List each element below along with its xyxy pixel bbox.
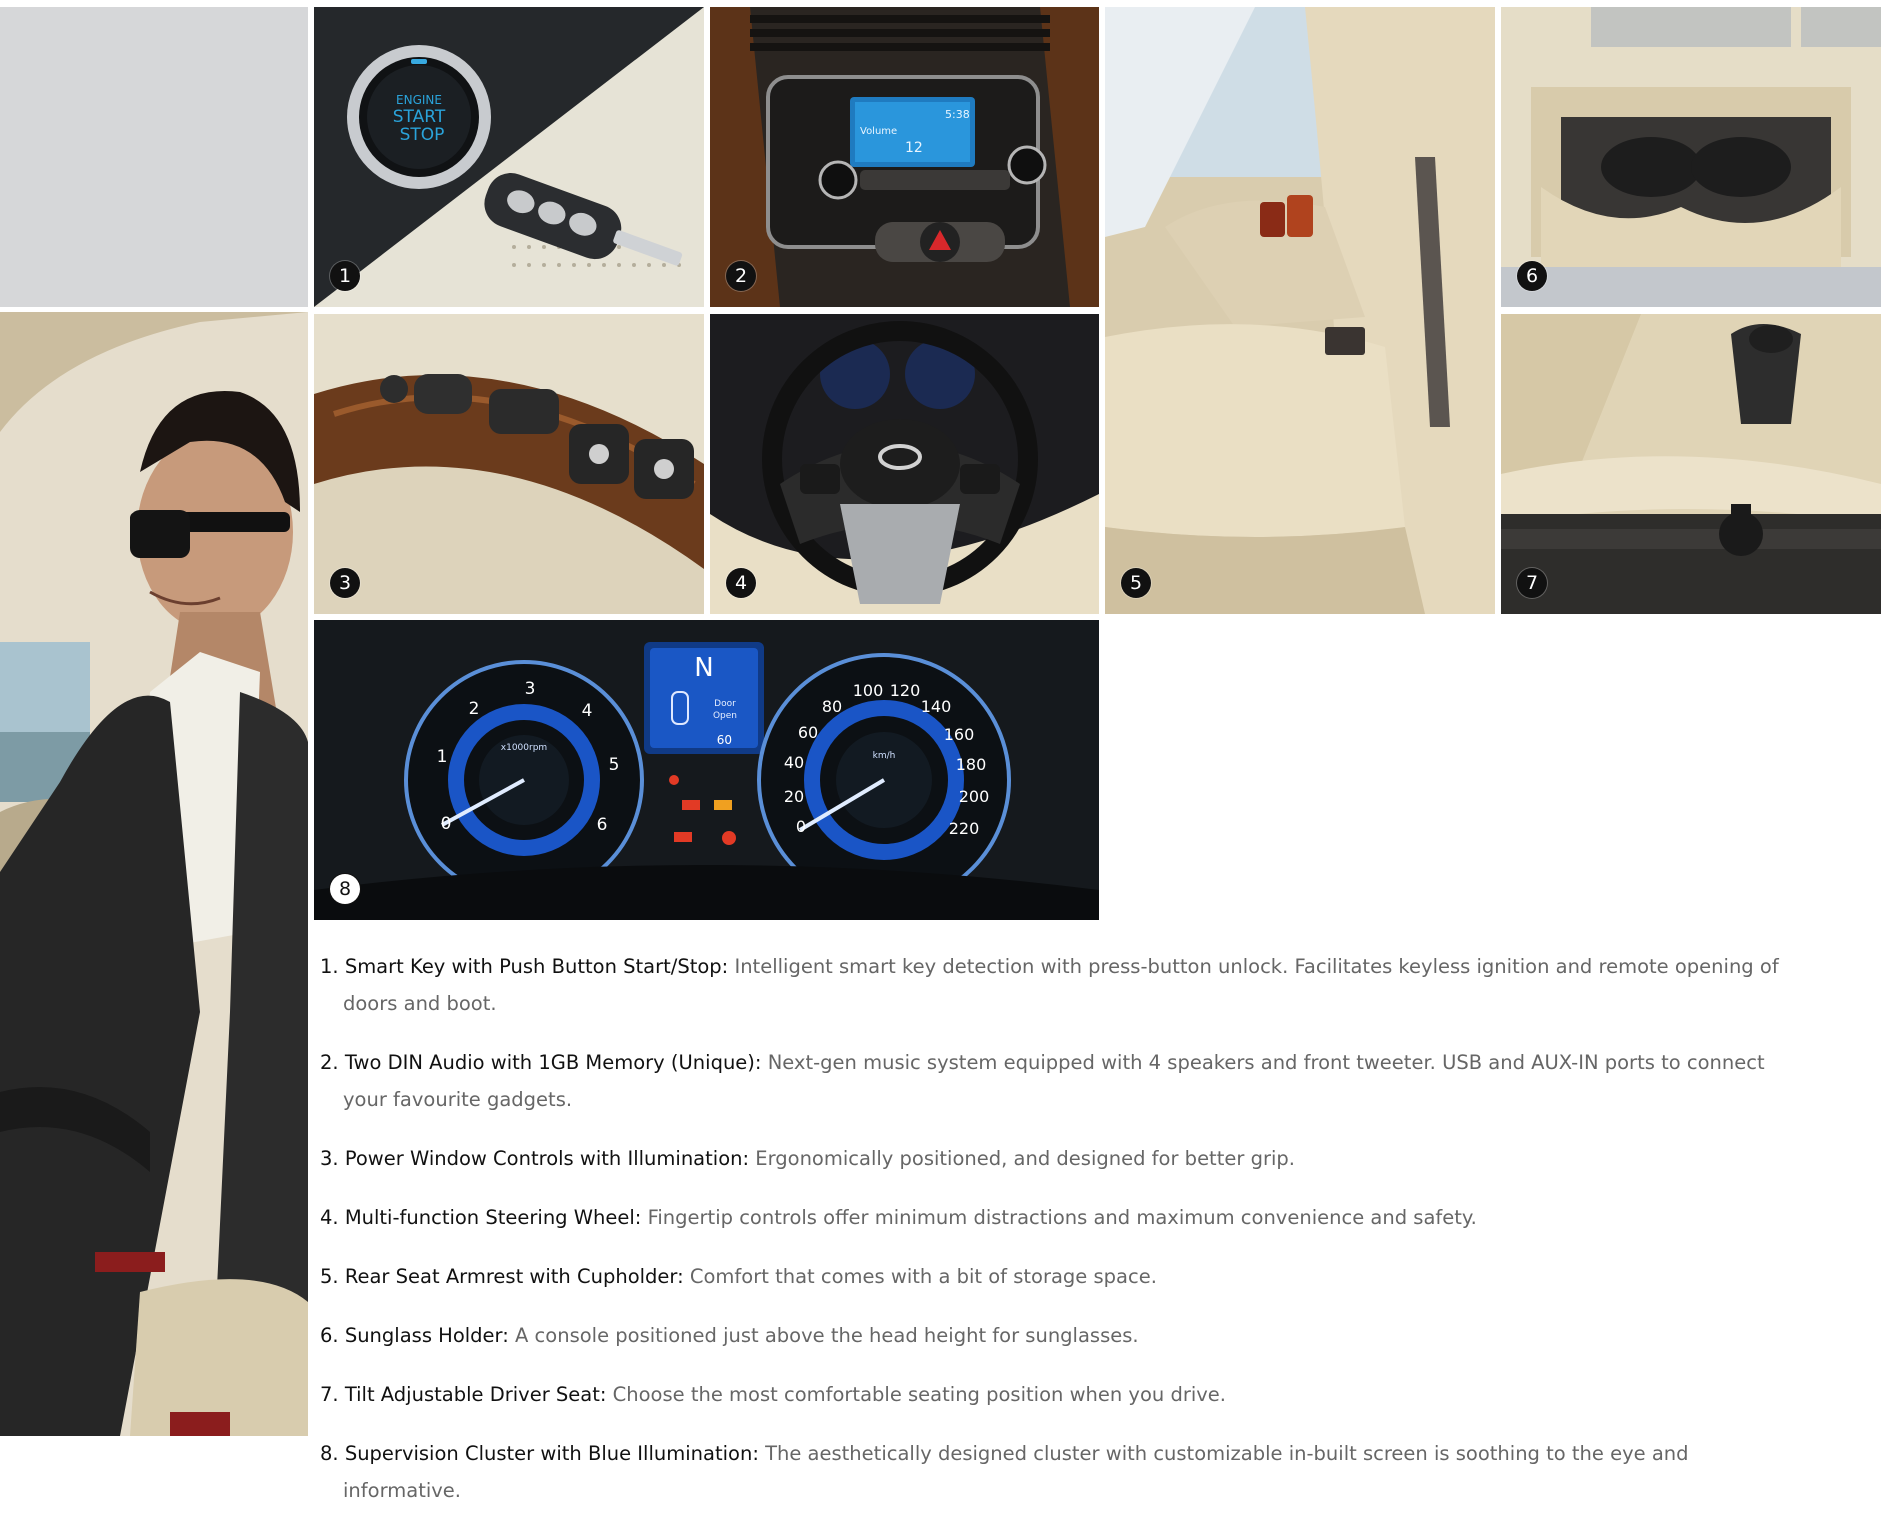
svg-text:80: 80	[822, 697, 842, 716]
svg-text:60: 60	[717, 733, 732, 747]
feature-list: 1. Smart Key with Push Button Start/Stop…	[320, 928, 1780, 1531]
feature-number: 3.	[320, 1146, 339, 1170]
feature-description: Comfort that comes with a bit of storage…	[689, 1264, 1157, 1288]
tile-audio: 5:38 Volume 12 2	[710, 7, 1099, 307]
feature-item: 7. Tilt Adjustable Driver Seat: Choose t…	[320, 1376, 1780, 1413]
svg-text:220: 220	[949, 819, 980, 838]
feature-description: Choose the most comfortable seating posi…	[612, 1382, 1227, 1406]
feature-title: Smart Key with Push Button Start/Stop:	[344, 954, 729, 978]
feature-item: 5. Rear Seat Armrest with Cupholder: Com…	[320, 1258, 1780, 1295]
svg-text:40: 40	[784, 753, 804, 772]
feature-item: 6. Sunglass Holder: A console positioned…	[320, 1317, 1780, 1354]
svg-text:120: 120	[890, 681, 921, 700]
svg-text:5:38: 5:38	[945, 108, 970, 121]
tile-rear-seat: 5	[1105, 7, 1495, 614]
feature-number: 8.	[320, 1441, 339, 1465]
tile-number-badge: 2	[726, 261, 756, 291]
svg-text:180: 180	[956, 755, 987, 774]
feature-description: Fingertip controls offer minimum distrac…	[647, 1205, 1477, 1229]
feature-number: 5.	[320, 1264, 339, 1288]
tile-driver-seat: 7	[1501, 314, 1881, 614]
feature-number: 7.	[320, 1382, 339, 1406]
feature-item: 3. Power Window Controls with Illuminati…	[320, 1140, 1780, 1177]
feature-item: 1. Smart Key with Push Button Start/Stop…	[320, 948, 1780, 1022]
tile-number-badge: 7	[1517, 568, 1547, 598]
svg-text:6: 6	[597, 815, 608, 835]
driver-photo	[0, 312, 308, 1436]
tile-number-badge: 6	[1517, 261, 1547, 291]
svg-text:140: 140	[921, 697, 952, 716]
feature-title: Tilt Adjustable Driver Seat:	[344, 1382, 607, 1406]
svg-text:km/h: km/h	[873, 751, 896, 761]
svg-text:0: 0	[796, 817, 806, 836]
tile-smart-key: ENGINE START STOP 1	[314, 7, 704, 307]
svg-text:100: 100	[853, 681, 884, 700]
svg-text:START: START	[393, 107, 446, 127]
svg-text:STOP: STOP	[400, 125, 445, 145]
feature-title: Sunglass Holder:	[344, 1323, 509, 1347]
feature-item: 4. Multi-function Steering Wheel: Finger…	[320, 1199, 1780, 1236]
svg-text:20: 20	[784, 787, 804, 806]
tile-number-badge: 3	[330, 568, 360, 598]
feature-number: 6.	[320, 1323, 339, 1347]
feature-title: Power Window Controls with Illumination:	[344, 1146, 750, 1170]
svg-text:60: 60	[798, 723, 818, 742]
svg-text:1: 1	[437, 747, 448, 767]
svg-text:N: N	[694, 653, 713, 683]
svg-text:12: 12	[905, 140, 923, 156]
feature-number: 1.	[320, 954, 339, 978]
feature-description: Ergonomically positioned, and designed f…	[755, 1146, 1295, 1170]
feature-number: 4.	[320, 1205, 339, 1229]
feature-item: 2. Two DIN Audio with 1GB Memory (Unique…	[320, 1044, 1780, 1118]
tile-sunglass-holder: 6	[1501, 7, 1881, 307]
tile-number-badge: 8	[330, 874, 360, 904]
feature-item: 8. Supervision Cluster with Blue Illumin…	[320, 1435, 1780, 1509]
svg-text:x1000rpm: x1000rpm	[501, 743, 547, 753]
tile-number-badge: 4	[726, 568, 756, 598]
svg-text:Open: Open	[713, 711, 737, 721]
tile-power-windows: 3	[314, 314, 704, 614]
svg-text:2: 2	[469, 699, 480, 719]
feature-title: Rear Seat Armrest with Cupholder:	[344, 1264, 684, 1288]
feature-title: Multi-function Steering Wheel:	[344, 1205, 642, 1229]
svg-text:3: 3	[525, 679, 536, 699]
tile-number-badge: 1	[330, 261, 360, 291]
svg-text:Door: Door	[714, 699, 736, 709]
svg-text:200: 200	[959, 787, 990, 806]
tile-instrument-cluster: x1000rpm 0 1 2 3 4 5 6 N Door Open 60 km…	[314, 620, 1099, 920]
feature-description: A console positioned just above the head…	[515, 1323, 1139, 1347]
svg-text:0: 0	[441, 814, 452, 834]
svg-text:5: 5	[609, 755, 620, 775]
feature-title: Two DIN Audio with 1GB Memory (Unique):	[344, 1050, 762, 1074]
grey-panel	[0, 7, 308, 307]
tile-steering-wheel: 4	[710, 314, 1099, 614]
feature-number: 2.	[320, 1050, 339, 1074]
feature-title: Supervision Cluster with Blue Illuminati…	[344, 1441, 759, 1465]
svg-text:ENGINE: ENGINE	[396, 93, 442, 107]
svg-text:Volume: Volume	[860, 126, 897, 137]
svg-text:160: 160	[944, 725, 975, 744]
svg-text:4: 4	[582, 701, 593, 721]
tile-number-badge: 5	[1121, 568, 1151, 598]
